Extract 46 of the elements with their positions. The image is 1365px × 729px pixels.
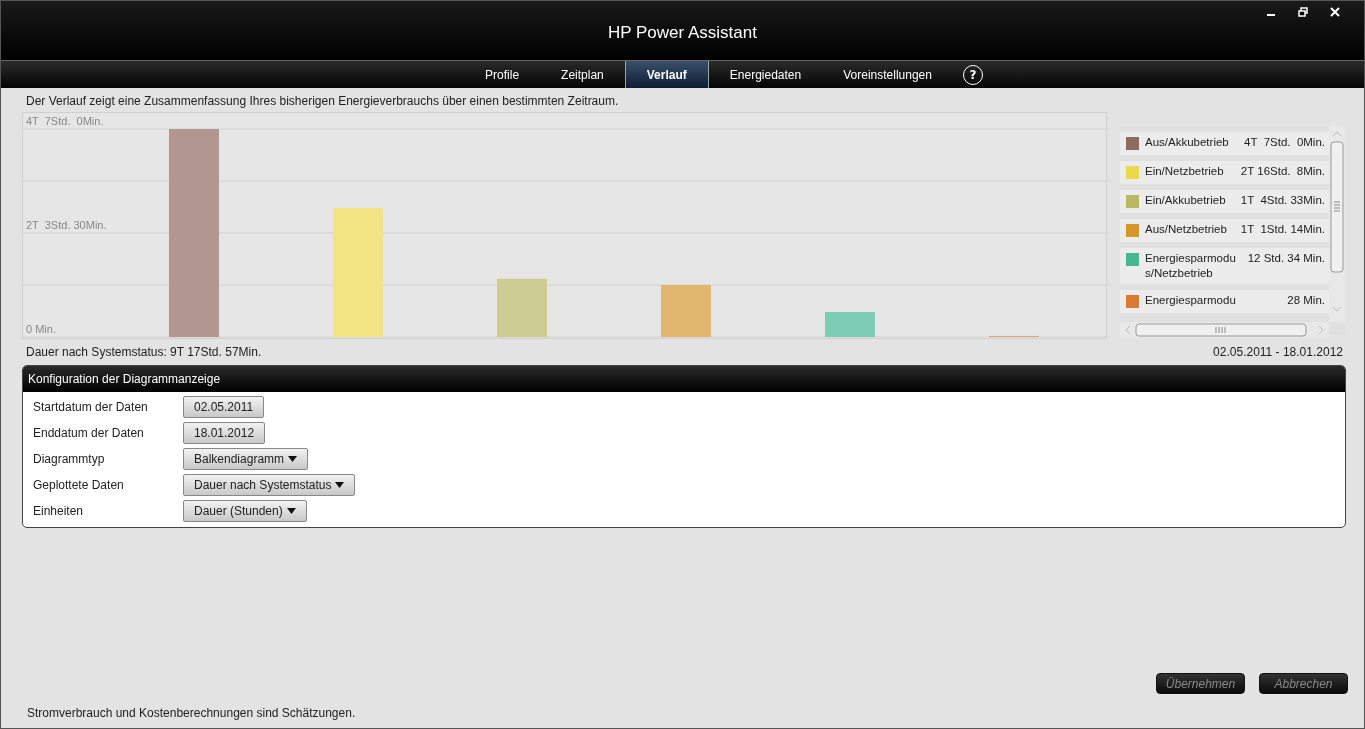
window-title: HP Power Assistant <box>608 22 757 43</box>
legend-value: 12 Std. 34 Min. <box>1247 251 1325 266</box>
panel-header: Konfiguration der Diagrammanzeige <box>23 366 1345 392</box>
caret-icon <box>286 508 296 514</box>
bar <box>497 278 547 337</box>
tab[interactable]: Verlauf <box>624 61 709 88</box>
legend-label: Energiesparmodu <box>1145 293 1237 308</box>
field-label: Startdatum der Daten <box>33 400 148 414</box>
axis-label: 2T 3Std. 30Min. <box>26 219 107 231</box>
legend-label: Ein/Akkubetrieb <box>1145 193 1227 208</box>
dropdown-button[interactable]: Dauer (Stunden) <box>183 500 307 522</box>
date-button[interactable]: 18.01.2012 <box>183 422 266 444</box>
bar <box>661 285 711 337</box>
legend-label: Energiesparmodus/Netzbetrieb <box>1145 251 1237 281</box>
legend-value: 1T 4Std. 33Min. <box>1240 193 1325 208</box>
legend-value: 4T 7Std. 0Min. <box>1244 135 1325 150</box>
legend-label: Aus/Akkubetrieb <box>1145 135 1230 150</box>
legend-label: Ein/Netzbetrieb <box>1145 164 1225 179</box>
caret-icon <box>335 482 345 488</box>
tab[interactable]: Zeitplan <box>540 61 625 88</box>
field-label: Diagrammtyp <box>33 452 105 466</box>
vertical-scrollbar[interactable] <box>1329 126 1345 322</box>
horizontal-scrollbar[interactable] <box>1120 322 1329 338</box>
close-icon[interactable] <box>1328 5 1342 19</box>
footer-note: Stromverbrauch und Kostenberechnungen sind Schätzungen. <box>27 706 357 722</box>
legend-value: 2T 16Std. 8Min. <box>1240 164 1325 179</box>
legend-value: 28 Min. <box>1286 293 1325 308</box>
axis-label: 0 Min. <box>26 323 56 335</box>
tab[interactable]: Voreinstellungen <box>822 61 953 88</box>
date-range: 02.05.2011 - 18.01.2012 <box>1213 345 1343 361</box>
tab[interactable]: Profile <box>464 61 541 88</box>
field-label: Enddatum der Daten <box>33 426 144 440</box>
dropdown-button[interactable]: Dauer nach Systemstatus <box>183 474 356 496</box>
field-label: Einheiten <box>33 504 84 518</box>
field-label: Geplottete Daten <box>33 478 124 492</box>
dropdown-button[interactable]: Balkendiagramm <box>183 448 309 470</box>
caret-icon <box>288 456 298 462</box>
tab[interactable]: Energiedaten <box>708 61 823 88</box>
summary-text: Dauer nach Systemstatus: 9T 17Std. 57Min. <box>26 345 262 361</box>
date-button[interactable]: 02.05.2011 <box>183 396 265 418</box>
restore-icon[interactable] <box>1296 5 1310 19</box>
legend-label: Aus/Netzbetrieb <box>1145 222 1228 237</box>
legend-value: 1T 1Std. 14Min. <box>1240 222 1325 237</box>
bar <box>825 312 875 337</box>
axis-label: 4T 7Std. 0Min. <box>26 115 104 127</box>
description-text: Der Verlauf zeigt eine Zusammenfassung Ihres bisherigen Energieverbrauchs über einen bestimmten Zeitraum. <box>26 94 620 110</box>
